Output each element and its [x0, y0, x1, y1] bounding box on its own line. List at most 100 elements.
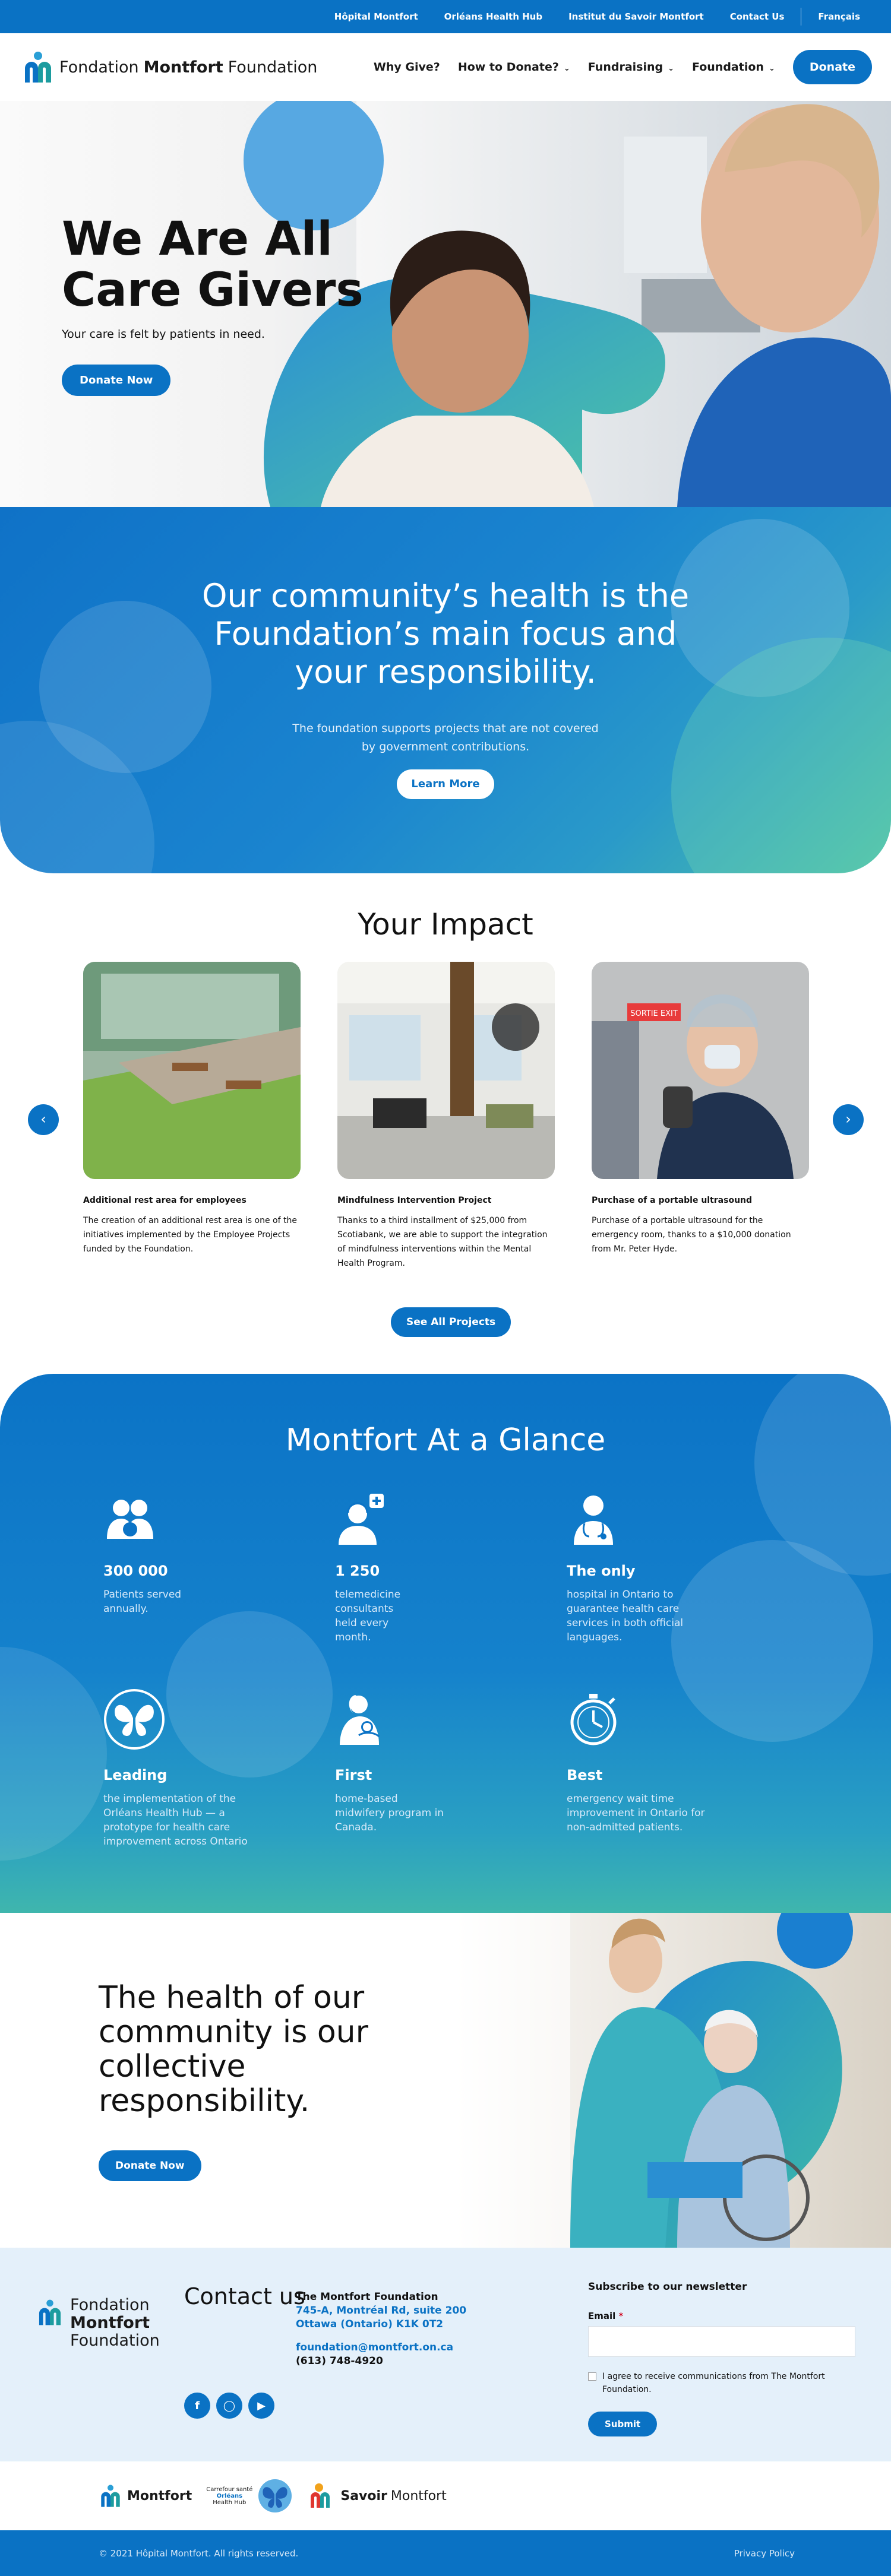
nav-fundraising[interactable]: Fundraising ⌄ — [588, 61, 674, 74]
language-switch[interactable]: Français — [805, 11, 873, 22]
impact-title: Your Impact — [358, 907, 533, 942]
contact-address: The Montfort Foundation 745-A, Montréal … — [296, 2290, 466, 2368]
newsletter-submit-button[interactable]: Submit — [588, 2412, 658, 2436]
logo-text-montfort: Montfort — [143, 58, 223, 77]
chevron-down-icon: ⌄ — [768, 64, 775, 73]
footer-logo-line: Fondation — [70, 2296, 150, 2314]
impact-card-text: Purchase of a portable ultrasound for th… — [592, 1216, 791, 1254]
focus-text-line: by government contributions. — [361, 740, 530, 753]
address-line: 745-A, Montréal Rd, suite 200 — [296, 2305, 467, 2317]
partner-name: Carrefour santé — [206, 2486, 253, 2493]
partner-name: Montfort — [127, 2488, 192, 2504]
stopwatch-icon — [570, 1694, 617, 1745]
doctor-icon — [574, 1495, 613, 1545]
nav-how-to-donate[interactable]: How to Donate? ⌄ — [458, 61, 570, 74]
nav-foundation[interactable]: Foundation ⌄ — [692, 61, 775, 74]
focus-section: Our community’s health is the Foundation… — [0, 507, 891, 873]
impact-card-text: The creation of an additional rest area … — [83, 1216, 297, 1254]
bottom-bar: © 2021 Hôpital Montfort. All rights rese… — [0, 2530, 891, 2576]
stat-bilingual: The only hospital in Ontario to guarante… — [567, 1493, 745, 1645]
social-links: f ◯ ▶ — [184, 2393, 274, 2419]
midwife-icon — [340, 1695, 380, 1745]
stat-text: hospital in Ontario to guarantee health … — [567, 1589, 684, 1643]
stat-text: home-based midwifery program in Canada. — [335, 1793, 444, 1833]
partner-name: Health Hub — [213, 2499, 247, 2506]
site-logo[interactable]: Fondation Montfort Foundation — [21, 50, 317, 84]
youtube-icon[interactable]: ▶ — [248, 2393, 274, 2419]
focus-text: The foundation supports projects that ar… — [0, 720, 891, 756]
telemedicine-icon — [339, 1494, 384, 1545]
ultrasound-nurse-image: SORTIE EXIT — [592, 962, 809, 1179]
instagram-icon[interactable]: ◯ — [216, 2393, 242, 2419]
hero-title: We Are All Care Givers — [62, 213, 364, 317]
impact-card-title: Mindfulness Intervention Project — [337, 1196, 492, 1205]
partner-logo-savoir-montfort[interactable]: Savoir Montfort — [308, 2482, 447, 2510]
footer-logo[interactable]: Fondation Montfort Foundation — [33, 2296, 160, 2350]
ultrasound-nurse-photo: SORTIE EXIT — [592, 962, 809, 1179]
address-line: Ottawa (Ontario) K1K 0T2 — [296, 2318, 444, 2330]
responsibility-section: The health of our community is our colle… — [0, 1913, 891, 2248]
focus-title-line: Foundation’s main focus and — [214, 615, 677, 652]
link-institut-savoir[interactable]: Institut du Savoir Montfort — [555, 11, 717, 22]
mindfulness-room-image — [337, 962, 555, 1179]
link-orleans-health-hub[interactable]: Orléans Health Hub — [431, 11, 555, 22]
partner-name: Montfort — [390, 2488, 447, 2504]
responsibility-donate-now-button[interactable]: Donate Now — [99, 2150, 201, 2181]
contact-footer: Fondation Montfort Foundation Contact us… — [0, 2248, 891, 2461]
carousel-prev-button[interactable]: ‹ — [28, 1104, 59, 1135]
stat-midwifery: First home-based midwifery program in Ca… — [335, 1688, 513, 1834]
consent-checkbox[interactable] — [588, 2372, 596, 2381]
nav-why-give[interactable]: Why Give? — [374, 61, 440, 74]
partner-logo-orleans-health-hub[interactable]: Carrefour santé Orléans Health Hub — [206, 2478, 294, 2514]
contact-email-link[interactable]: foundation@montfort.on.ca — [296, 2341, 466, 2355]
partner-logos: Montfort Carrefour santé Orléans Health … — [0, 2461, 891, 2530]
stat-patients: 300 000 Patients served annually. — [103, 1493, 282, 1616]
stat-value: First — [335, 1767, 372, 1783]
newsletter-form: Subscribe to our newsletter Email * I ag… — [588, 2281, 855, 2436]
savoir-logo-icon — [311, 2483, 330, 2508]
hero-donate-now-button[interactable]: Donate Now — [62, 365, 171, 396]
facebook-icon[interactable]: f — [184, 2393, 210, 2419]
montfort-m-logo-icon — [25, 52, 51, 83]
learn-more-button[interactable]: Learn More — [397, 769, 494, 799]
carousel-next-button[interactable]: › — [833, 1104, 864, 1135]
responsibility-title: The health of our community is our colle… — [99, 1980, 368, 2119]
email-label: Email * — [588, 2311, 855, 2321]
top-utility-bar: Hôpital Montfort Orléans Health Hub Inst… — [0, 0, 891, 33]
partner-logo-montfort[interactable]: Montfort — [97, 2484, 192, 2508]
impact-carousel: Additional rest area for employees The c… — [83, 962, 809, 1270]
privacy-policy-link[interactable]: Privacy Policy — [734, 2548, 795, 2559]
impact-card[interactable]: SORTIE EXIT Purchase of a portable ultra… — [592, 962, 809, 1270]
link-contact-us[interactable]: Contact Us — [717, 11, 798, 22]
stat-text: Patients served annually. — [103, 1589, 182, 1615]
copyright-text: © 2021 Hôpital Montfort. All rights rese… — [99, 2548, 299, 2559]
hero-subtitle: Your care is felt by patients in need. — [62, 328, 265, 341]
rest-area-photo — [83, 962, 301, 1179]
newsletter-email-input[interactable] — [588, 2326, 855, 2357]
chevron-down-icon: ⌄ — [563, 64, 570, 73]
hero-section: We Are All Care Givers Your care is felt… — [0, 101, 891, 507]
exit-sign-text: SORTIE EXIT — [630, 1009, 678, 1018]
stat-value: Best — [567, 1767, 603, 1783]
impact-card-text: Thanks to a third installment of $25,000… — [337, 1216, 548, 1268]
butterfly-logo-icon — [258, 2479, 292, 2512]
logo-text-fondation: Fondation — [59, 58, 139, 77]
glance-title: Montfort At a Glance — [285, 1422, 606, 1458]
focus-title-line: your responsibility. — [295, 653, 596, 690]
rest-area-image — [83, 962, 301, 1179]
stat-leading: Leading the implementation of the Orléan… — [103, 1688, 282, 1849]
link-hopital-montfort[interactable]: Hôpital Montfort — [321, 11, 431, 22]
stat-text: emergency wait time improvement in Ontar… — [567, 1793, 705, 1833]
see-all-projects-button[interactable]: See All Projects — [391, 1307, 511, 1337]
stat-value: 300 000 — [103, 1563, 168, 1579]
newsletter-title: Subscribe to our newsletter — [588, 2281, 747, 2293]
impact-card-title: Additional rest area for employees — [83, 1196, 247, 1205]
stat-wait-time: Best emergency wait time improvement in … — [567, 1688, 745, 1834]
footer-logo-line: Montfort — [70, 2314, 150, 2332]
impact-card[interactable]: Additional rest area for employees The c… — [83, 962, 301, 1270]
mindfulness-room-photo — [337, 962, 555, 1179]
stat-text: the implementation of the Orléans Health… — [103, 1793, 248, 1848]
site-header: Fondation Montfort Foundation Why Give? … — [0, 33, 891, 101]
header-donate-button[interactable]: Donate — [792, 50, 872, 84]
impact-card[interactable]: Mindfulness Intervention Project Thanks … — [337, 962, 555, 1270]
